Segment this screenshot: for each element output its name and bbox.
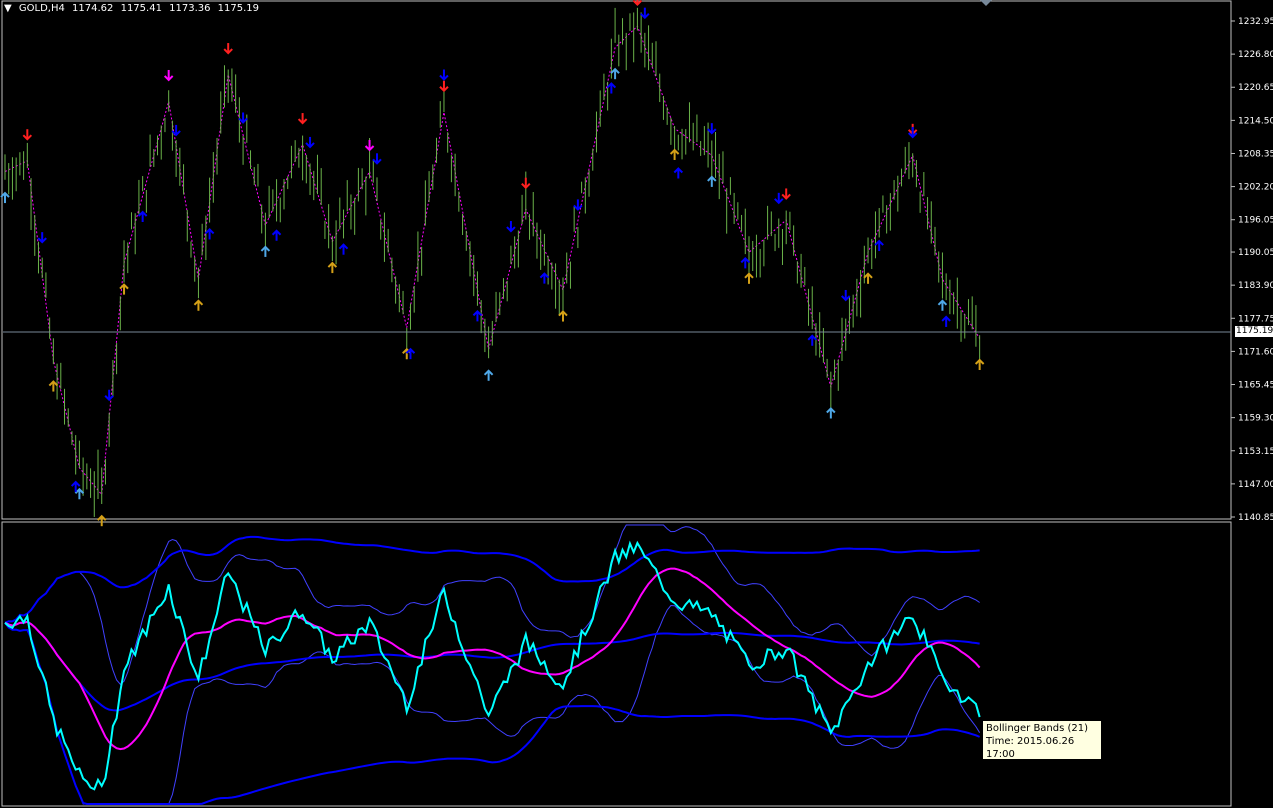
up-arrow-icon — [673, 167, 684, 179]
bollinger-midline — [4, 567, 981, 751]
up-arrow-icon — [744, 272, 754, 284]
y-tick-label: 1214.50 — [1238, 116, 1273, 126]
up-arrow-icon — [483, 369, 494, 381]
y-tick-label: 1153.15 — [1238, 447, 1273, 457]
down-arrow-icon — [506, 221, 516, 233]
down-arrow-icon — [521, 177, 531, 190]
price-axis: 1232.95 1226.80 1220.65 1214.50 1208.35 1202.… — [1231, 17, 1273, 523]
up-arrow-icon — [204, 228, 215, 240]
chart-shift-marker[interactable] — [980, 0, 992, 6]
down-arrow-icon — [305, 136, 315, 149]
price-bars — [4, 7, 981, 517]
up-arrow-icon — [610, 67, 620, 80]
signal-arrows — [0, 0, 985, 527]
up-arrow-icon — [539, 272, 550, 284]
tooltip-line-value: Value: 1175.78 — [986, 762, 1062, 773]
up-arrow-icon — [826, 407, 836, 419]
down-arrow-icon — [632, 0, 643, 6]
y-tick-label: 1202.20 — [1238, 183, 1273, 193]
up-arrow-icon — [472, 309, 483, 322]
down-arrow-icon — [372, 153, 382, 165]
y-tick-label: 1220.65 — [1238, 83, 1273, 93]
up-arrow-icon — [606, 82, 617, 94]
down-arrow-icon — [573, 199, 583, 211]
down-arrow-icon — [364, 139, 375, 152]
tooltip-line-time: Time: 2015.06.26 17:00 — [986, 736, 1075, 760]
down-arrow-icon — [707, 123, 717, 135]
up-arrow-icon — [941, 315, 951, 327]
down-arrow-icon — [781, 188, 791, 200]
up-arrow-icon — [740, 256, 750, 269]
tooltip-line-name: Bollinger Bands (21) — [986, 723, 1089, 734]
chart-canvas[interactable]: 1232.95 1226.80 1220.65 1214.50 1208.35 1202.… — [0, 0, 1273, 808]
y-tick-label: 1140.85 — [1238, 513, 1273, 523]
price-line — [4, 540, 981, 791]
y-tick-label: 1147.00 — [1238, 480, 1273, 490]
up-arrow-icon — [807, 334, 817, 346]
up-arrow-icon — [327, 261, 338, 274]
up-arrow-icon — [97, 514, 107, 527]
down-arrow-icon — [22, 129, 33, 141]
y-tick-label: 1177.75 — [1238, 314, 1273, 324]
up-arrow-icon — [271, 229, 282, 241]
inner-upper-band — [4, 524, 980, 685]
up-arrow-icon — [874, 239, 884, 252]
y-tick-label: 1183.90 — [1238, 281, 1273, 291]
main-panel-border — [1, 0, 1232, 520]
up-arrow-icon — [137, 210, 148, 223]
y-tick-label: 1226.80 — [1238, 50, 1273, 60]
zigzag-polyline — [4, 25, 981, 496]
up-arrow-icon — [48, 380, 59, 392]
y-tick-label: 1208.35 — [1238, 149, 1273, 159]
y-tick-label: 1190.05 — [1238, 248, 1273, 258]
down-arrow-icon — [104, 389, 114, 402]
down-arrow-icon — [297, 113, 308, 125]
up-arrow-icon — [558, 310, 568, 322]
zigzag-line — [4, 25, 981, 496]
up-arrow-icon — [937, 299, 948, 311]
up-arrow-icon — [193, 299, 204, 311]
y-tick-label: 1159.30 — [1238, 414, 1273, 424]
down-arrow-icon — [223, 43, 233, 55]
down-arrow-icon — [439, 80, 449, 93]
up-arrow-icon — [338, 243, 349, 255]
y-tick-label: 1165.45 — [1238, 381, 1273, 391]
down-arrow-icon — [774, 192, 784, 205]
bollinger-panel — [4, 524, 981, 805]
down-arrow-icon — [439, 69, 449, 81]
up-arrow-icon — [707, 175, 717, 187]
y-tick-label: 1196.05 — [1238, 216, 1273, 226]
up-arrow-icon — [974, 358, 985, 371]
y-tick-label: 1171.60 — [1238, 347, 1273, 357]
indicator-tooltip: Bollinger Bands (21) Time: 2015.06.26 17… — [982, 720, 1102, 773]
up-arrow-icon — [669, 148, 680, 160]
down-arrow-icon — [163, 69, 174, 82]
y-tick-label: 1232.95 — [1238, 17, 1273, 27]
down-arrow-icon — [841, 289, 851, 302]
up-arrow-icon — [260, 245, 271, 257]
up-arrow-icon — [863, 272, 873, 284]
down-arrow-icon — [640, 7, 650, 20]
current-price-tag: 1175.19 — [1235, 326, 1273, 337]
outer-middle-band — [4, 620, 980, 712]
outer-upper-band — [4, 535, 980, 624]
down-arrow-icon — [37, 232, 47, 244]
down-arrow-icon — [238, 112, 248, 124]
